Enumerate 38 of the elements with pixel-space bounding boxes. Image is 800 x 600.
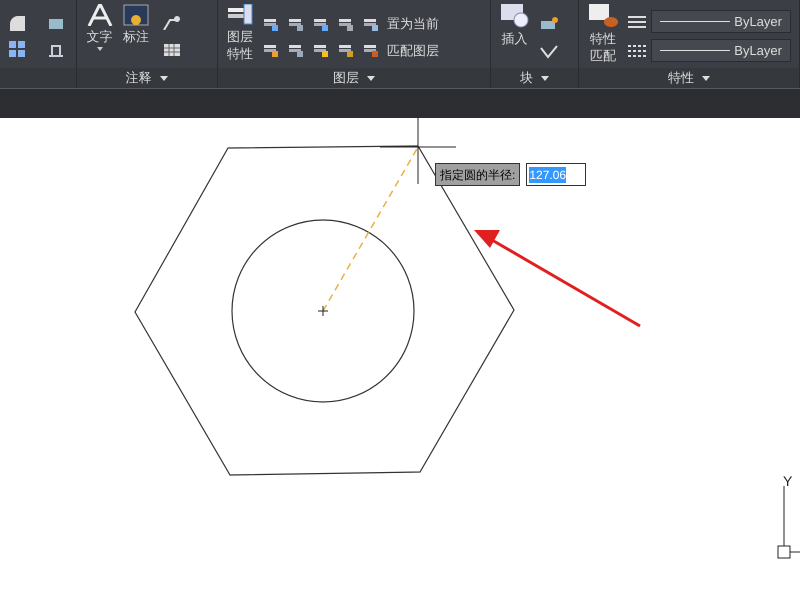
ribbon-tool-label[interactable]: 匹配图层 [386, 40, 439, 60]
dropdown-caret-icon[interactable] [366, 76, 375, 80]
linetype-icon [626, 42, 647, 58]
ribbon-tool-button[interactable]: 特性匹配 [586, 2, 619, 64]
grid-array-icon[interactable] [8, 40, 26, 58]
fillet-icon[interactable] [8, 14, 26, 32]
lineweight-icon [626, 14, 647, 30]
table-icon[interactable] [162, 42, 182, 58]
layer-tool-icon[interactable] [262, 42, 280, 58]
layer-tool-icon[interactable] [362, 42, 380, 58]
linetype-dropdown[interactable]: ByLayer [650, 10, 791, 33]
letter-a-icon [84, 4, 115, 26]
ribbon-tool-button[interactable]: 标注 [122, 2, 150, 45]
panel-title[interactable]: 注释 [126, 68, 152, 88]
linetype-dropdown[interactable]: ByLayer [650, 39, 791, 62]
dropdown-caret-icon[interactable] [540, 76, 549, 80]
leader-icon[interactable] [162, 14, 182, 30]
layer-tool-icon[interactable] [312, 42, 330, 58]
dropdown-caret-icon[interactable] [702, 76, 710, 80]
ribbon-tool-label[interactable]: 置为当前 [386, 14, 439, 34]
sunburst-icon [123, 4, 150, 26]
panel-title[interactable]: 块 [520, 68, 533, 88]
panel-title[interactable]: 图层 [332, 68, 359, 88]
ribbon-tool-button[interactable]: 插入 [498, 2, 531, 47]
center-mark-icon [318, 306, 328, 316]
ucs-y-label: Y [783, 474, 792, 488]
ribbon-tool-button[interactable]: 文字 [84, 2, 115, 51]
block-insert-icon [498, 4, 531, 28]
layer-tool-icon[interactable] [286, 42, 305, 58]
dropdown-caret-icon[interactable] [160, 76, 168, 80]
layer-tool-icon[interactable] [336, 42, 355, 58]
block-create-icon[interactable] [538, 16, 559, 32]
dropdown-caret-icon[interactable] [96, 47, 103, 51]
ucs-axis-icon [778, 486, 800, 558]
prompt-label: 指定圆的半径: [435, 163, 520, 186]
ribbon-tool-button[interactable]: 图层特性 [226, 2, 254, 62]
layer-stack-icon [226, 4, 254, 26]
panel-title[interactable]: 特性 [668, 68, 694, 88]
